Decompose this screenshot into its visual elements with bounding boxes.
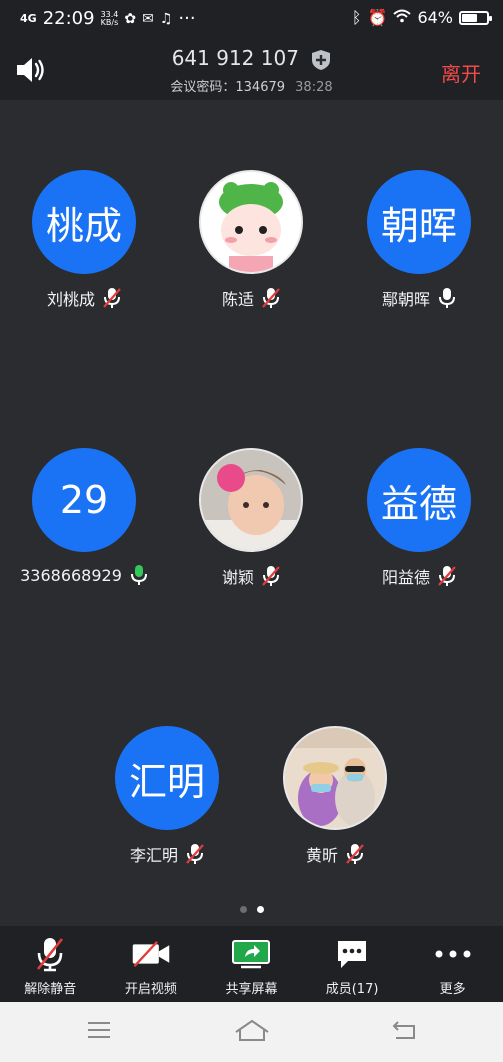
chat-bubble-icon xyxy=(332,936,372,972)
participant-tile[interactable]: 29 3368668929 xyxy=(4,448,164,586)
mail-icon: ✉ xyxy=(142,10,154,27)
meeting-password: 会议密码：134679 xyxy=(170,80,286,95)
participant-name: 刘桃成 xyxy=(46,290,95,309)
mic-muted-icon xyxy=(262,288,280,308)
meeting-subtitle: 会议密码：134679 38:28 xyxy=(0,76,503,95)
participant-name: 谢颖 xyxy=(221,568,254,587)
participant-name: 阳益德 xyxy=(381,568,430,587)
mic-muted-icon xyxy=(262,566,280,586)
meeting-toolbar: 解除静音 开启视频 共享屏幕 成员(17) 更多 xyxy=(0,926,503,1002)
avatar-photo xyxy=(201,450,301,550)
more-label: 更多 xyxy=(439,982,466,997)
avatar: 汇明 xyxy=(115,726,219,830)
participant-name: 李汇明 xyxy=(129,846,178,865)
start-video-label: 开启视频 xyxy=(124,982,177,997)
members-label: 成员(17) xyxy=(325,982,379,997)
more-dots-icon xyxy=(433,936,473,972)
share-screen-icon xyxy=(231,936,271,972)
avatar xyxy=(199,448,303,552)
network-indicator: 4G xyxy=(20,12,37,25)
participant-tile[interactable]: 汇明 李汇明 xyxy=(87,726,247,866)
participant-grid: 桃成 刘桃成 陈适 朝晖 鄢朝晖 29 3368668929 谢颖 益德 阳益德… xyxy=(0,100,503,926)
bluetooth-icon: ᛒ xyxy=(351,8,362,27)
participant-tile[interactable]: 陈适 xyxy=(171,170,331,310)
back-icon[interactable] xyxy=(390,1018,420,1042)
avatar: 29 xyxy=(32,448,136,552)
home-icon[interactable] xyxy=(234,1018,270,1042)
avatar xyxy=(283,726,387,830)
avatar xyxy=(199,170,303,274)
meeting-header: 641 912 107 会议密码：134679 38:28 离开 xyxy=(0,40,503,100)
battery-percent: 64% xyxy=(417,8,453,27)
participant-name: 3368668929 xyxy=(20,565,122,585)
start-video-button[interactable]: 开启视频 xyxy=(101,926,202,1002)
avatar-photo xyxy=(285,728,385,828)
shield-icon xyxy=(312,49,331,70)
participant-tile[interactable]: 谢颖 xyxy=(171,448,331,588)
system-nav-bar xyxy=(0,1002,503,1062)
avatar: 桃成 xyxy=(32,170,136,274)
participant-name: 黄昕 xyxy=(305,846,338,865)
mic-muted-icon xyxy=(438,566,456,586)
music-icon: ♫ xyxy=(159,10,173,27)
video-off-icon xyxy=(131,936,171,972)
more-button[interactable]: 更多 xyxy=(402,926,503,1002)
app-notification-icon: ✿ xyxy=(124,10,137,27)
meeting-title[interactable]: 641 912 107 xyxy=(0,46,503,71)
page-indicator[interactable] xyxy=(0,906,503,913)
unmute-button[interactable]: 解除静音 xyxy=(0,926,101,1002)
wifi-icon xyxy=(393,8,412,27)
clock: 22:09 xyxy=(42,8,95,29)
net-speed: 33.4 KB/s xyxy=(100,9,119,27)
mic-muted-icon xyxy=(30,936,70,972)
participant-tile[interactable]: 益德 阳益德 xyxy=(339,448,499,588)
participant-name: 鄢朝晖 xyxy=(381,290,430,309)
share-screen-button[interactable]: 共享屏幕 xyxy=(201,926,302,1002)
mic-muted-icon xyxy=(103,288,121,308)
page-dot-current[interactable] xyxy=(256,906,264,913)
avatar: 朝晖 xyxy=(367,170,471,274)
elapsed-time: 38:28 xyxy=(295,80,333,95)
mic-muted-icon xyxy=(186,844,204,864)
participant-tile[interactable]: 朝晖 鄢朝晖 xyxy=(339,170,499,310)
menu-icon[interactable] xyxy=(84,1018,114,1042)
battery-icon xyxy=(459,10,492,25)
meeting-id: 641 912 107 xyxy=(171,46,299,70)
participant-tile[interactable]: 桃成 刘桃成 xyxy=(4,170,164,310)
avatar: 益德 xyxy=(367,448,471,552)
page-dot[interactable] xyxy=(239,906,247,913)
overflow-indicator: ··· xyxy=(178,8,196,29)
mic-active-icon xyxy=(130,565,147,585)
unmute-label: 解除静音 xyxy=(24,982,77,997)
share-screen-label: 共享屏幕 xyxy=(225,982,278,997)
mic-muted-icon xyxy=(346,844,364,864)
leave-button[interactable]: 离开 xyxy=(441,58,481,87)
alarm-icon: ⏰ xyxy=(367,8,388,27)
avatar-illustration xyxy=(201,172,301,272)
mic-icon xyxy=(439,288,455,308)
participant-tile[interactable]: 黄昕 xyxy=(255,726,415,866)
participant-name: 陈适 xyxy=(221,290,254,309)
members-button[interactable]: 成员(17) xyxy=(302,926,403,1002)
status-bar: 4G 22:09 33.4 KB/s ✿ ✉ ♫ ··· ᛒ ⏰ 64% xyxy=(0,0,503,40)
